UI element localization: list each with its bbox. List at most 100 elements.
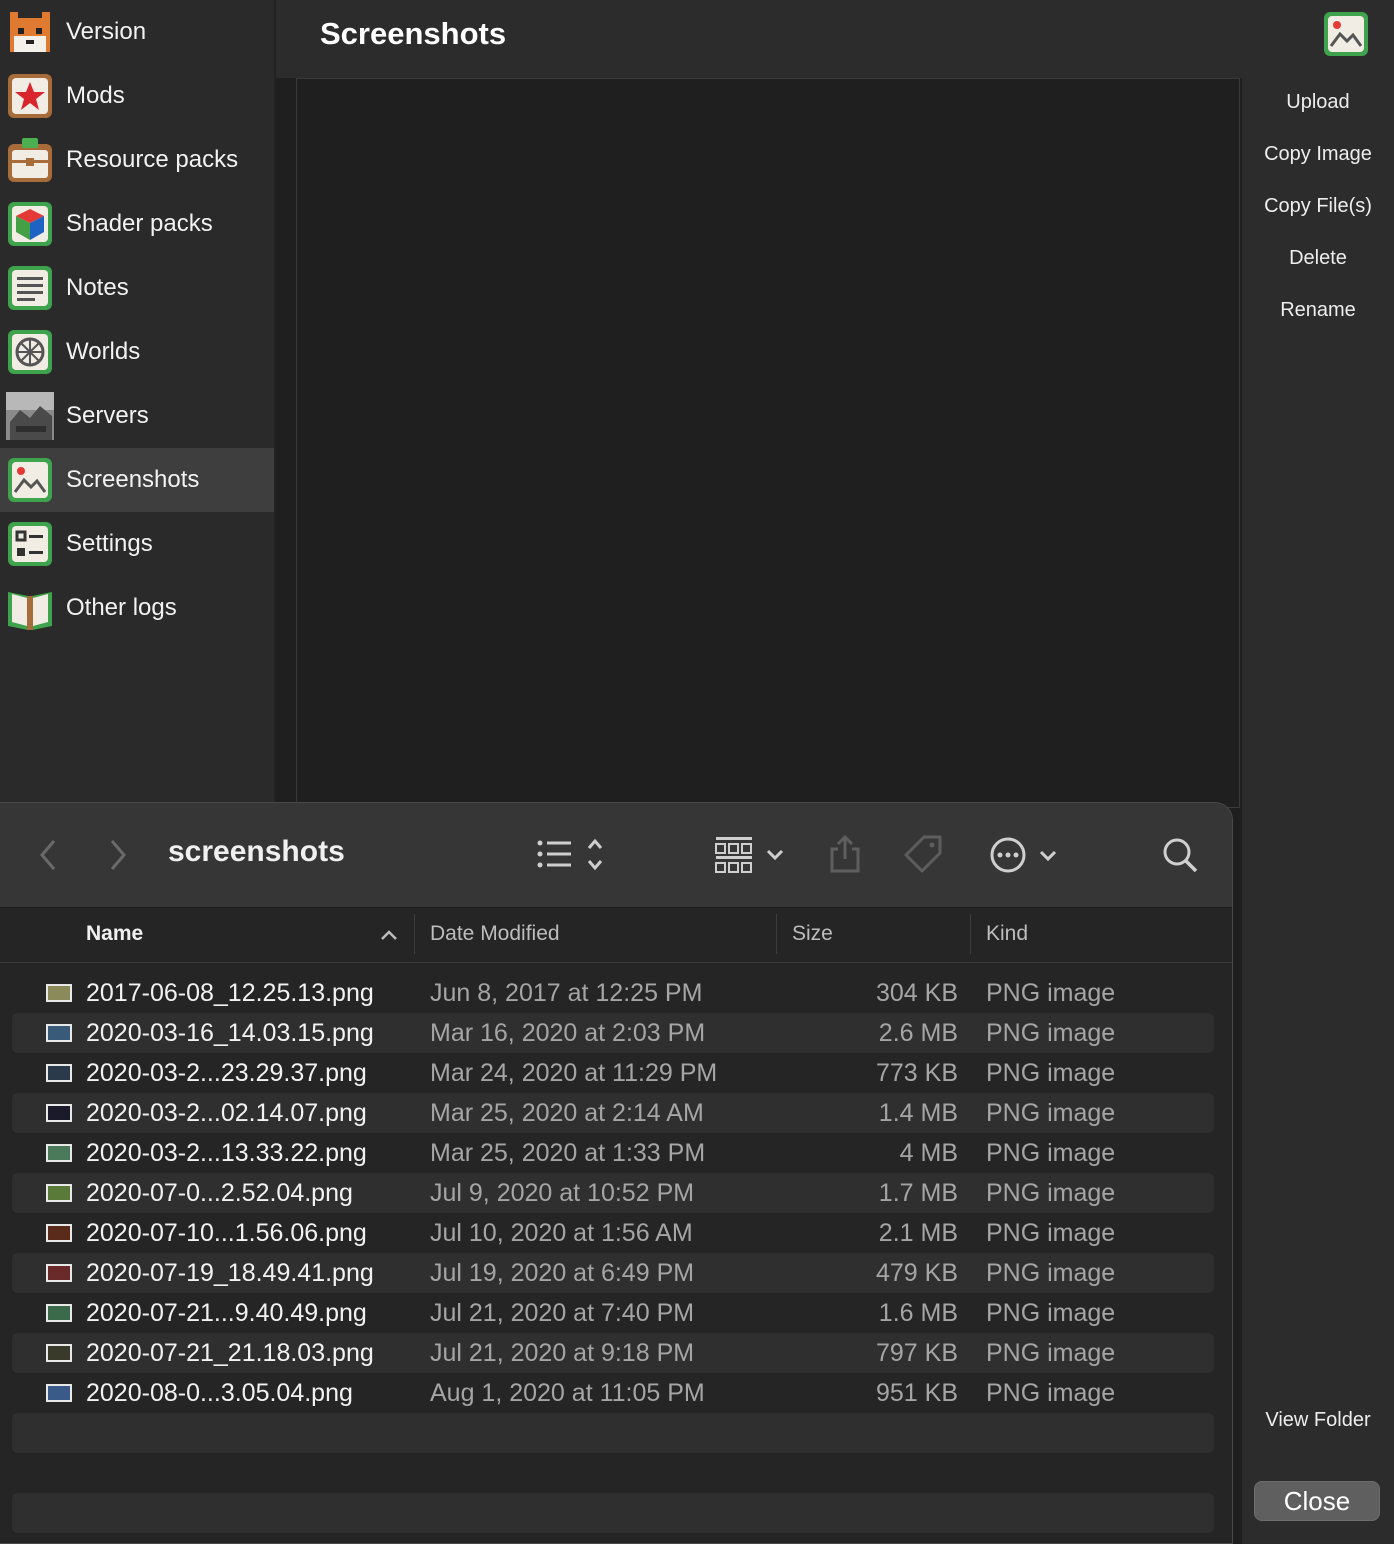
sidebar-item-settings[interactable]: Settings bbox=[0, 512, 274, 576]
more-options-icon[interactable] bbox=[988, 835, 1060, 875]
sidebar-item-notes[interactable]: Notes bbox=[0, 256, 274, 320]
sidebar-item-shader-packs[interactable]: Shader packs bbox=[0, 192, 274, 256]
file-kind: PNG image bbox=[986, 1259, 1116, 1287]
image-file-icon bbox=[46, 1184, 72, 1202]
view-folder-button[interactable]: View Folder bbox=[1242, 1409, 1394, 1432]
file-size: 1.7 MB bbox=[878, 1179, 958, 1207]
column-divider[interactable] bbox=[776, 914, 777, 954]
star-icon bbox=[8, 74, 52, 118]
file-name: 2020-07-10...1.56.06.png bbox=[86, 1219, 367, 1247]
fox-icon bbox=[10, 12, 50, 52]
group-view-icon[interactable] bbox=[714, 835, 786, 875]
file-name: 2017-06-08_12.25.13.png bbox=[86, 979, 374, 1007]
sidebar-item-label: Notes bbox=[66, 274, 129, 301]
file-name: 2020-07-21_21.18.03.png bbox=[86, 1339, 374, 1367]
file-size: 4 MB bbox=[899, 1139, 958, 1167]
file-name: 2020-03-16_14.03.15.png bbox=[86, 1019, 374, 1047]
tag-icon[interactable] bbox=[902, 835, 944, 875]
file-name: 2020-08-0...3.05.04.png bbox=[86, 1379, 353, 1407]
column-name[interactable]: Name bbox=[86, 922, 143, 946]
copy-files-button[interactable]: Copy File(s) bbox=[1242, 195, 1394, 218]
file-size: 1.4 MB bbox=[878, 1099, 958, 1127]
file-kind: PNG image bbox=[986, 979, 1116, 1007]
search-icon[interactable] bbox=[1160, 835, 1200, 875]
sidebar-item-worlds[interactable]: Worlds bbox=[0, 320, 274, 384]
empty-row bbox=[12, 1493, 1214, 1533]
column-date-modified[interactable]: Date Modified bbox=[430, 922, 560, 946]
briefcase-icon bbox=[8, 138, 52, 182]
book-icon bbox=[8, 592, 52, 630]
file-row[interactable]: 2020-07-21_21.18.03.png Jul 21, 2020 at 9… bbox=[12, 1333, 1214, 1373]
forward-icon[interactable] bbox=[106, 837, 130, 873]
column-divider[interactable] bbox=[970, 914, 971, 954]
sidebar-item-label: Resource packs bbox=[66, 146, 239, 173]
image-file-icon bbox=[46, 1024, 72, 1042]
image-file-icon bbox=[46, 1224, 72, 1242]
finder-window: screenshots Name Date Modified Size Kind… bbox=[0, 802, 1233, 1544]
delete-button[interactable]: Delete bbox=[1242, 247, 1394, 270]
image-file-icon bbox=[46, 1344, 72, 1362]
sidebar-item-version[interactable]: Version bbox=[0, 0, 274, 64]
file-row[interactable]: 2020-03-16_14.03.15.png Mar 16, 2020 at 2… bbox=[12, 1013, 1214, 1053]
file-row[interactable]: 2020-03-2...23.29.37.png Mar 24, 2020 at … bbox=[12, 1053, 1214, 1093]
file-row[interactable]: 2020-08-0...3.05.04.png Aug 1, 2020 at 11… bbox=[12, 1373, 1214, 1413]
file-date-modified: Jul 10, 2020 at 1:56 AM bbox=[430, 1219, 693, 1247]
sidebar-item-label: Shader packs bbox=[66, 210, 213, 237]
file-date-modified: Jul 9, 2020 at 10:52 PM bbox=[430, 1179, 695, 1207]
column-kind[interactable]: Kind bbox=[986, 922, 1028, 946]
file-row[interactable]: 2020-07-10...1.56.06.png Jul 10, 2020 at … bbox=[12, 1213, 1214, 1253]
sidebar-item-label: Screenshots bbox=[66, 466, 200, 493]
copy-image-button[interactable]: Copy Image bbox=[1242, 143, 1394, 166]
file-size: 2.1 MB bbox=[878, 1219, 958, 1247]
column-size[interactable]: Size bbox=[792, 922, 833, 946]
cube-icon bbox=[8, 202, 52, 246]
empty-row bbox=[12, 1453, 1214, 1493]
file-name: 2020-03-2...23.29.37.png bbox=[86, 1059, 367, 1087]
file-kind: PNG image bbox=[986, 1339, 1116, 1367]
image-file-icon bbox=[46, 1144, 72, 1162]
upload-button[interactable]: Upload bbox=[1242, 91, 1394, 114]
file-kind: PNG image bbox=[986, 1379, 1116, 1407]
file-size: 797 KB bbox=[875, 1339, 958, 1367]
column-header: Name Date Modified Size Kind bbox=[0, 908, 1232, 963]
file-date-modified: Jul 21, 2020 at 7:40 PM bbox=[430, 1299, 695, 1327]
sidebar-item-servers[interactable]: Servers bbox=[0, 384, 274, 448]
file-name: 2020-07-0...2.52.04.png bbox=[86, 1179, 353, 1207]
sidebar-item-other-logs[interactable]: Other logs bbox=[0, 576, 274, 640]
file-row[interactable]: 2020-07-19_18.49.41.png Jul 19, 2020 at 6… bbox=[12, 1253, 1214, 1293]
sidebar-item-mods[interactable]: Mods bbox=[0, 64, 274, 128]
file-row[interactable]: 2020-07-0...2.52.04.png Jul 9, 2020 at 10… bbox=[12, 1173, 1214, 1213]
file-date-modified: Mar 24, 2020 at 11:29 PM bbox=[430, 1059, 718, 1087]
image-icon bbox=[1324, 12, 1368, 56]
list-view-icon[interactable] bbox=[536, 837, 608, 873]
folder-title: screenshots bbox=[168, 835, 345, 868]
screenshot-preview bbox=[296, 78, 1240, 808]
file-row[interactable]: 2020-03-2...13.33.22.png Mar 25, 2020 at … bbox=[12, 1133, 1214, 1173]
file-kind: PNG image bbox=[986, 1299, 1116, 1327]
column-divider[interactable] bbox=[414, 914, 415, 954]
file-row[interactable]: 2017-06-08_12.25.13.png Jun 8, 2017 at 12… bbox=[12, 973, 1214, 1013]
image-file-icon bbox=[46, 1304, 72, 1322]
sort-ascending-icon bbox=[381, 930, 397, 940]
file-row[interactable]: 2020-07-21...9.40.49.png Jul 21, 2020 at … bbox=[12, 1293, 1214, 1333]
sidebar-item-label: Mods bbox=[66, 82, 125, 109]
back-icon[interactable] bbox=[36, 837, 60, 873]
sidebar-item-resource-packs[interactable]: Resource packs bbox=[0, 128, 274, 192]
file-size: 2.6 MB bbox=[878, 1019, 958, 1047]
file-row[interactable]: 2020-03-2...02.14.07.png Mar 25, 2020 at … bbox=[12, 1093, 1214, 1133]
settings-icon bbox=[8, 522, 52, 566]
file-kind: PNG image bbox=[986, 1099, 1116, 1127]
sidebar-item-label: Version bbox=[66, 18, 147, 45]
sidebar-item-screenshots[interactable]: Screenshots bbox=[0, 448, 274, 512]
file-name: 2020-03-2...13.33.22.png bbox=[86, 1139, 367, 1167]
sidebar-item-label: Other logs bbox=[66, 594, 177, 621]
rename-button[interactable]: Rename bbox=[1242, 299, 1394, 322]
file-date-modified: Mar 16, 2020 at 2:03 PM bbox=[430, 1019, 706, 1047]
header: Screenshots bbox=[276, 0, 1394, 78]
image-file-icon bbox=[46, 1104, 72, 1122]
file-kind: PNG image bbox=[986, 1219, 1116, 1247]
file-kind: PNG image bbox=[986, 1019, 1116, 1047]
close-button[interactable]: Close bbox=[1254, 1481, 1380, 1521]
image-icon bbox=[8, 458, 52, 502]
share-icon[interactable] bbox=[828, 833, 862, 875]
